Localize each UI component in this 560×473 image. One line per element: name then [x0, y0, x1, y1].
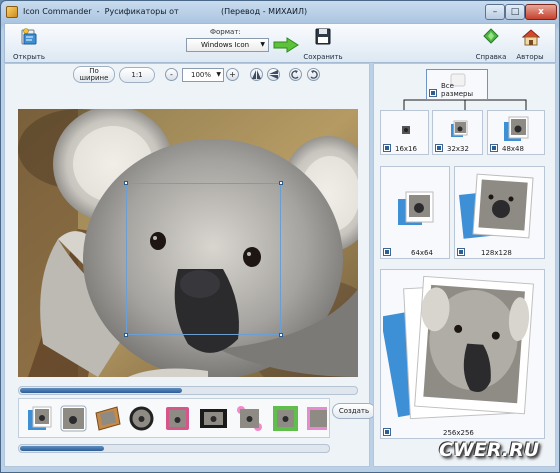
help-label: Справка [475, 53, 507, 61]
thumbnail-strip [18, 398, 330, 438]
all-sizes-label: Все размеры [441, 82, 474, 98]
save-label: Сохранить [303, 53, 343, 61]
rotate-left-button[interactable] [289, 68, 302, 81]
rotate-left-icon [291, 70, 299, 79]
crop-handle[interactable] [279, 333, 283, 337]
photo-horizontal-scrollbar[interactable] [18, 386, 358, 395]
create-button[interactable]: Создать [332, 403, 376, 419]
strip-horizontal-scrollbar[interactable] [18, 444, 330, 453]
zoom-in-button[interactable]: + [226, 68, 239, 81]
preview-256 [383, 275, 535, 420]
size-cell-256[interactable]: 256x256 [380, 269, 545, 439]
size-256-label: 256x256 [443, 429, 474, 437]
thumbnail-item[interactable] [25, 404, 54, 433]
thumbnail-item[interactable] [305, 404, 327, 433]
close-button[interactable]: x [525, 4, 557, 20]
size-32-checkbox[interactable] [435, 144, 443, 152]
title-bar: Icon Commander - Русификаторы от (Перево… [1, 1, 559, 23]
strip-scroll-thumb[interactable] [20, 446, 104, 451]
help-button[interactable]: Справка [471, 26, 511, 62]
crop-handle[interactable] [124, 333, 128, 337]
thumbnail-item[interactable] [235, 404, 264, 433]
help-diamond-icon [483, 28, 499, 44]
sizes-panel: Все размеры 16x16 32x32 48x48 64x64 128x… [373, 63, 556, 467]
format-value: Windows Icon [201, 41, 250, 49]
open-icon [21, 28, 37, 45]
thumbnail-item[interactable] [93, 404, 122, 433]
thumbnail-item[interactable] [199, 404, 228, 433]
home-icon [522, 29, 540, 46]
editor-panel: По ширине 1:1 - 100% ▼ + Создать [4, 63, 376, 467]
fit-width-label-2: ширине [79, 74, 109, 82]
preview-32 [451, 120, 468, 137]
flip-horizontal-button[interactable] [250, 68, 263, 81]
size-48-checkbox[interactable] [490, 144, 498, 152]
zoom-value: 100% [191, 71, 212, 79]
format-label: Формат: [210, 28, 241, 36]
chevron-down-icon: ▼ [260, 41, 265, 48]
app-window: Icon Commander - Русификаторы от (Перево… [0, 0, 560, 473]
open-button[interactable]: Открыть [9, 26, 49, 62]
size-16-label: 16x16 [395, 145, 417, 153]
authors-label: Авторы [516, 53, 544, 61]
minimize-button[interactable]: – [485, 4, 505, 20]
thumbnail-item[interactable] [271, 404, 300, 433]
maximize-button[interactable]: □ [505, 4, 525, 20]
preview-48 [504, 116, 529, 141]
flip-vertical-icon [269, 70, 278, 79]
save-button[interactable]: Сохранить [301, 26, 345, 62]
koala-photo[interactable] [18, 109, 358, 377]
all-sizes-cell[interactable]: Все размеры [426, 69, 488, 100]
view-controls: По ширине 1:1 - 100% ▼ + [5, 64, 371, 104]
watermark-logo: CWER.RU [439, 439, 540, 461]
zoom-out-button[interactable]: - [165, 68, 178, 81]
zoom-select[interactable]: 100% ▼ [182, 68, 224, 82]
size-128-checkbox[interactable] [457, 248, 465, 256]
size-16-checkbox[interactable] [383, 144, 391, 152]
crop-selection[interactable] [124, 181, 283, 337]
preview-64 [398, 191, 434, 225]
actual-size-button[interactable]: 1:1 [119, 67, 155, 83]
crop-handle[interactable] [124, 181, 128, 185]
all-sizes-checkbox[interactable] [429, 89, 437, 97]
main-toolbar: Открыть Формат: Windows Icon ▼ Сохранить… [4, 23, 556, 63]
rotate-right-button[interactable] [307, 68, 320, 81]
size-64-checkbox[interactable] [383, 248, 391, 256]
size-cell-128[interactable]: 128x128 [454, 166, 545, 259]
size-128-label: 128x128 [481, 249, 512, 257]
rotate-right-icon [310, 70, 318, 79]
chevron-down-icon: ▼ [216, 71, 221, 78]
size-cell-48[interactable]: 48x48 [487, 110, 545, 155]
app-icon [6, 6, 18, 18]
window-title-tail: (Перевод - МИХАИЛ) [221, 7, 308, 16]
preview-16 [402, 126, 410, 134]
arrow-right-icon [273, 37, 299, 53]
thumbnail-item[interactable] [127, 404, 156, 433]
thumbnail-item[interactable] [59, 404, 88, 433]
authors-button[interactable]: Авторы [510, 26, 550, 62]
size-cell-64[interactable]: 64x64 [380, 166, 450, 259]
size-48-label: 48x48 [502, 145, 524, 153]
fit-width-button[interactable]: По ширине [73, 66, 115, 83]
floppy-disk-icon [315, 28, 331, 45]
size-256-checkbox[interactable] [383, 428, 391, 436]
size-32-label: 32x32 [447, 145, 469, 153]
preview-128 [459, 173, 534, 239]
open-label: Открыть [13, 53, 45, 61]
format-select[interactable]: Windows Icon ▼ [186, 38, 269, 52]
flip-horizontal-icon [252, 70, 261, 79]
size-cell-32[interactable]: 32x32 [432, 110, 483, 155]
photo-scroll-thumb[interactable] [20, 388, 182, 393]
size-64-label: 64x64 [411, 249, 433, 257]
crop-handle[interactable] [279, 181, 283, 185]
flip-vertical-button[interactable] [267, 68, 280, 81]
window-title: Icon Commander - Русификаторы от [23, 7, 179, 16]
thumbnail-item[interactable] [163, 404, 192, 433]
size-cell-16[interactable]: 16x16 [380, 110, 429, 155]
